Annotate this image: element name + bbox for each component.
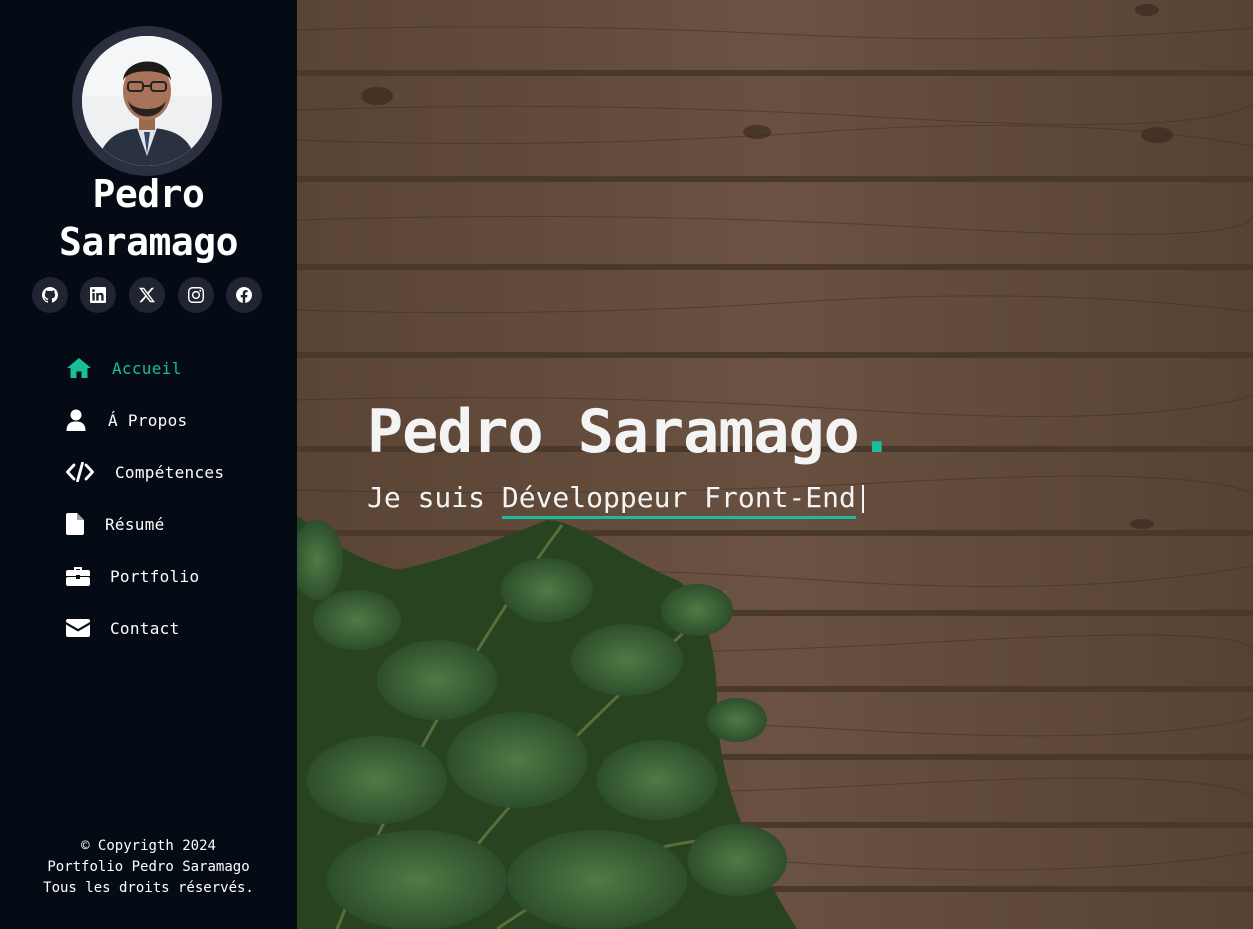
code-icon <box>66 460 115 484</box>
hero-title: Pedro Saramago. <box>367 396 895 468</box>
social-links <box>32 277 264 313</box>
copyright-line: Portfolio Pedro Saramago <box>47 859 250 875</box>
facebook-link[interactable] <box>226 277 262 313</box>
github-icon <box>42 287 58 303</box>
x-link[interactable] <box>129 277 165 313</box>
nav-item-label: Accueil <box>112 358 182 378</box>
avatar <box>82 36 212 166</box>
profile-name: Pedro Saramago <box>58 172 239 264</box>
nav-item-accueil[interactable]: Accueil <box>66 348 182 388</box>
nav-item-label: Contact <box>110 618 180 638</box>
linkedin-icon <box>90 287 106 303</box>
x-twitter-icon <box>139 287 155 303</box>
hero-title-text: Pedro Saramago <box>367 397 860 467</box>
typed-text: Développeur Front-End <box>501 481 856 519</box>
nav-item-contact[interactable]: Contact <box>66 608 180 648</box>
nav-item-competences[interactable]: Compétences <box>66 452 224 492</box>
nav-item-portfolio[interactable]: Portfolio <box>66 556 199 596</box>
instagram-link[interactable] <box>178 277 214 313</box>
facebook-icon <box>236 287 252 303</box>
briefcase-icon <box>66 564 110 588</box>
profile-photo <box>82 36 212 166</box>
file-icon <box>66 512 105 536</box>
nav-item-resume[interactable]: Résumé <box>66 504 165 544</box>
hero-subtitle: Je suis Développeur Front-End <box>367 480 864 519</box>
hero-title-dot: . <box>858 397 895 467</box>
copyright-line: Tous les droits réservés. <box>43 880 254 896</box>
nav-item-label: Résumé <box>105 514 165 534</box>
typing-cursor <box>861 485 864 513</box>
linkedin-link[interactable] <box>80 277 116 313</box>
instagram-icon <box>188 287 204 303</box>
nav-item-label: Compétences <box>115 462 225 482</box>
nav-item-label: Á Propos <box>108 410 188 430</box>
github-link[interactable] <box>32 277 68 313</box>
hero-section: Pedro Saramago. Je suis Développeur Fron… <box>297 0 1253 929</box>
copyright-line: © Copyrigth 2024 <box>81 838 216 854</box>
envelope-icon <box>66 616 110 640</box>
nav-item-a-propos[interactable]: Á Propos <box>66 400 187 440</box>
copyright: © Copyrigth 2024 Portfolio Pedro Saramag… <box>0 836 297 899</box>
hero-subtitle-prefix: Je suis <box>367 481 502 514</box>
nav-item-label: Portfolio <box>110 566 200 586</box>
user-icon <box>66 408 108 432</box>
home-icon <box>66 356 112 380</box>
avatar-ring <box>72 26 222 176</box>
sidebar: Pedro Saramago Accueil Á Propos Compéten… <box>0 0 297 929</box>
